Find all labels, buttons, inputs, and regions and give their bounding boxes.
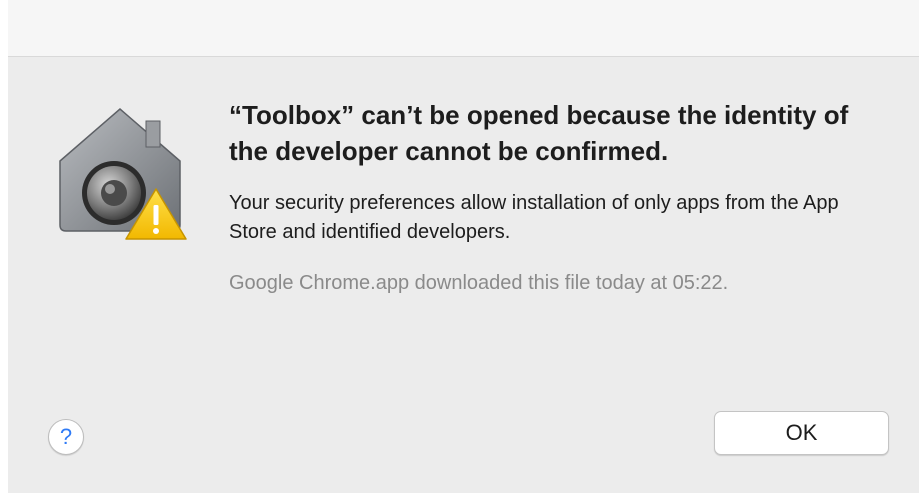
download-source-note: Google Chrome.app downloaded this file t…: [229, 272, 729, 294]
dialog-text: “Toolbox” can’t be opened because the id…: [229, 97, 869, 298]
help-icon: ?: [59, 424, 73, 449]
window-titlebar: [8, 0, 919, 57]
dialog-body: Your security preferences allow installa…: [229, 192, 839, 243]
screen: “Toolbox” can’t be opened because the id…: [0, 0, 919, 493]
dialog-headline: “Toolbox” can’t be opened because the id…: [229, 100, 849, 166]
ok-button[interactable]: OK: [714, 411, 889, 455]
help-button[interactable]: ?: [48, 419, 84, 455]
security-alert-dialog: “Toolbox” can’t be opened because the id…: [8, 57, 919, 493]
gatekeeper-warning-icon: [59, 108, 187, 240]
